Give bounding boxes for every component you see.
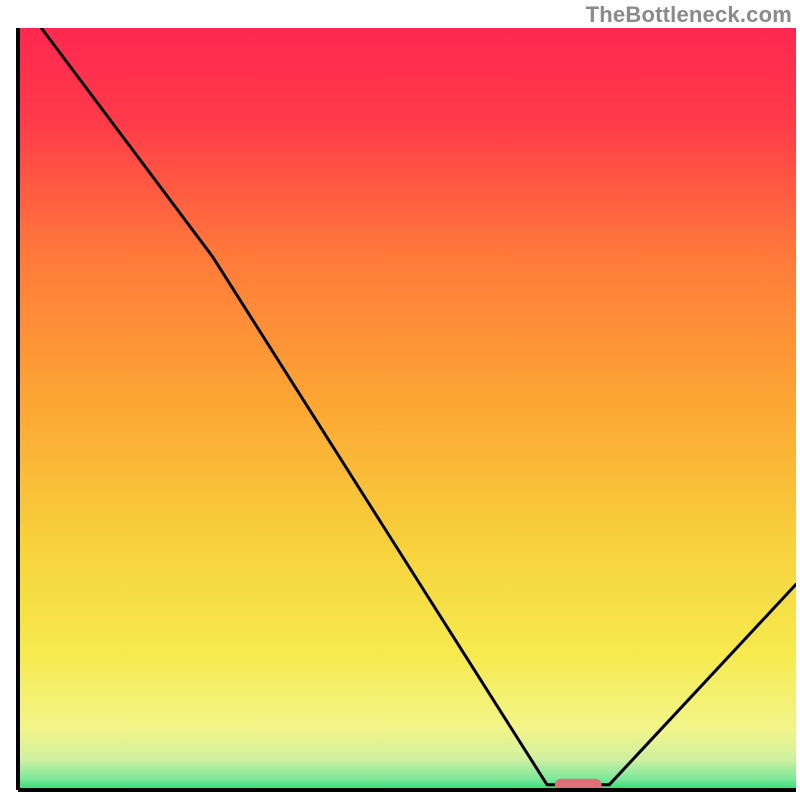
chart-container: TheBottleneck.com — [0, 0, 800, 800]
chart-svg — [0, 0, 800, 800]
plot-background — [18, 28, 796, 790]
